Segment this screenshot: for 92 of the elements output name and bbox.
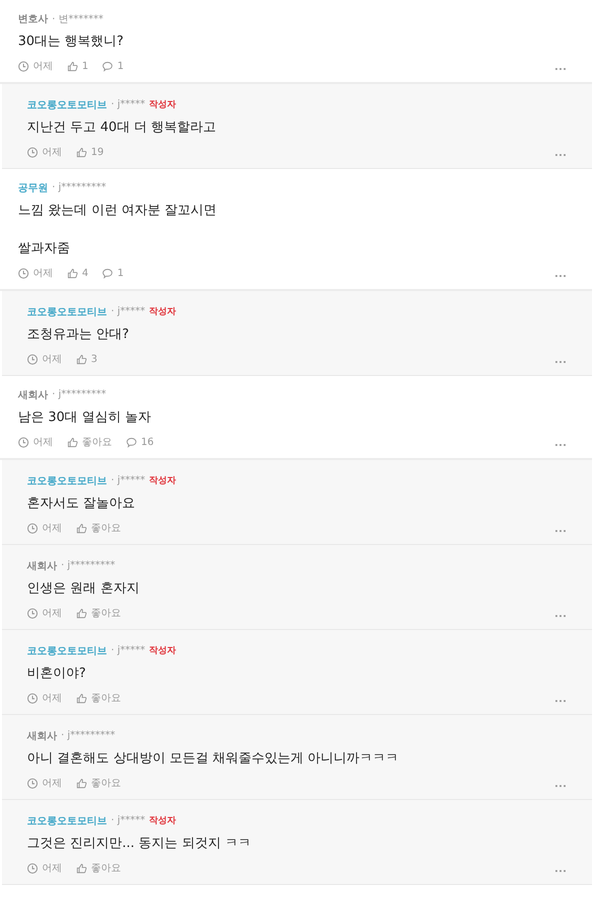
time-label: 어제	[33, 436, 53, 449]
thumbs-up-icon	[76, 862, 87, 874]
thumbs-up-icon	[76, 692, 87, 704]
comment-text: 30대는 행복했니?	[18, 33, 124, 51]
speech-bubble-icon	[126, 436, 137, 448]
clock-icon	[18, 436, 29, 448]
company-name: 코오롱오토모티브	[27, 306, 107, 318]
clock-icon	[18, 268, 29, 278]
time-label: 어제	[33, 267, 53, 280]
thumbs-up-icon	[67, 60, 78, 72]
company-name: 변호사	[18, 12, 48, 26]
clock-icon	[27, 354, 38, 364]
time-label: 어제	[42, 692, 62, 705]
thumbs-up-icon	[76, 608, 87, 618]
user-id: · j*****	[111, 99, 146, 110]
time-label: 어제	[42, 777, 62, 790]
comment-text: 쌀과자줌	[18, 240, 70, 258]
like-button[interactable]: 3	[76, 354, 98, 364]
like-button[interactable]: 좋아요	[76, 521, 121, 535]
company-name: 새회사	[18, 388, 48, 402]
company-name: 코오롱오토모티브	[27, 644, 107, 658]
time-label: 어제	[42, 522, 62, 535]
author-label: 작성자	[149, 99, 176, 111]
author-label: 작성자	[149, 815, 176, 827]
user-id: · 변*******	[52, 12, 104, 26]
author-label: 작성자	[149, 475, 176, 487]
user-id: · j*****	[111, 475, 146, 486]
author-label: 작성자	[149, 645, 176, 657]
time-label: 어제	[42, 607, 62, 620]
more-icon[interactable]	[555, 443, 566, 447]
reply-count-button[interactable]: 1	[102, 268, 124, 278]
comment-text: 인생은 원래 혼자지	[27, 580, 140, 598]
more-icon[interactable]	[555, 699, 566, 703]
thumbs-up-icon	[76, 522, 87, 534]
comment-text: 비혼이야?	[27, 665, 86, 683]
like-button[interactable]: 좋아요	[76, 776, 121, 790]
thumbs-up-icon	[67, 436, 78, 448]
more-icon[interactable]	[555, 784, 566, 788]
comment-text: 그것은 진리지만... 동지는 되것지 ㅋㅋ	[27, 835, 251, 853]
thumbs-up-icon	[76, 146, 87, 158]
user-id: · j*****	[111, 645, 146, 656]
user-id: · j*********	[52, 182, 106, 193]
company-name: 공무원	[18, 182, 48, 194]
like-button[interactable]: 4	[67, 268, 88, 278]
like-button[interactable]: 19	[76, 146, 104, 158]
clock-icon	[27, 778, 38, 788]
time-label: 어제	[33, 60, 53, 73]
like-button[interactable]: 좋아요	[67, 435, 112, 449]
clock-icon	[18, 60, 29, 72]
like-button[interactable]: 좋아요	[76, 606, 121, 620]
like-button[interactable]: 좋아요	[76, 691, 121, 705]
thumbs-up-icon	[76, 778, 87, 788]
user-id: · j*****	[111, 815, 146, 826]
company-name: 새회사	[27, 560, 57, 572]
more-icon[interactable]	[555, 67, 566, 71]
speech-bubble-icon	[102, 268, 114, 278]
clock-icon	[27, 146, 38, 158]
author-label: 작성자	[149, 306, 176, 318]
more-icon[interactable]	[555, 153, 566, 157]
comment-text: 느낌 왔는데 이런 여자분 잘꼬시면	[18, 202, 217, 220]
reply-count-button[interactable]: 16	[126, 436, 154, 448]
like-button[interactable]: 좋아요	[76, 861, 121, 875]
thumbs-up-icon	[76, 354, 87, 364]
comment-text: 남은 30대 열심히 놀자	[18, 409, 151, 427]
user-id: · j*****	[111, 306, 146, 317]
thumbs-up-icon	[67, 268, 78, 278]
company-name: 코오롱오토모티브	[27, 814, 107, 828]
company-name: 코오롱오토모티브	[27, 474, 107, 488]
clock-icon	[27, 692, 38, 704]
company-name: 코오롱오토모티브	[27, 98, 107, 112]
comment-text: 조청유과는 안대?	[27, 326, 130, 344]
time-label: 어제	[42, 146, 62, 159]
more-icon[interactable]	[555, 614, 566, 618]
user-id: · j*********	[61, 730, 116, 741]
comment-text: 아니 결혼해도 상대방이 모든걸 채워줄수있는게 아니니까ㅋㅋㅋ	[27, 750, 399, 768]
time-label: 어제	[42, 353, 62, 366]
more-icon[interactable]	[555, 360, 566, 364]
speech-bubble-icon	[102, 60, 114, 72]
time-label: 어제	[42, 862, 62, 875]
comment-text: 혼자서도 잘놀아요	[27, 495, 136, 513]
reply-count-button[interactable]: 1	[102, 60, 124, 72]
comment-text: 지난건 두고 40대 더 행복할라고	[27, 119, 216, 137]
clock-icon	[27, 862, 38, 874]
more-icon[interactable]	[555, 869, 566, 873]
user-id: · j*********	[61, 560, 116, 571]
clock-icon	[27, 522, 38, 534]
more-icon[interactable]	[555, 529, 566, 533]
like-button[interactable]: 1	[67, 60, 88, 72]
company-name: 새회사	[27, 730, 57, 742]
user-id: · j*********	[52, 389, 106, 400]
clock-icon	[27, 608, 38, 618]
more-icon[interactable]	[555, 274, 566, 278]
